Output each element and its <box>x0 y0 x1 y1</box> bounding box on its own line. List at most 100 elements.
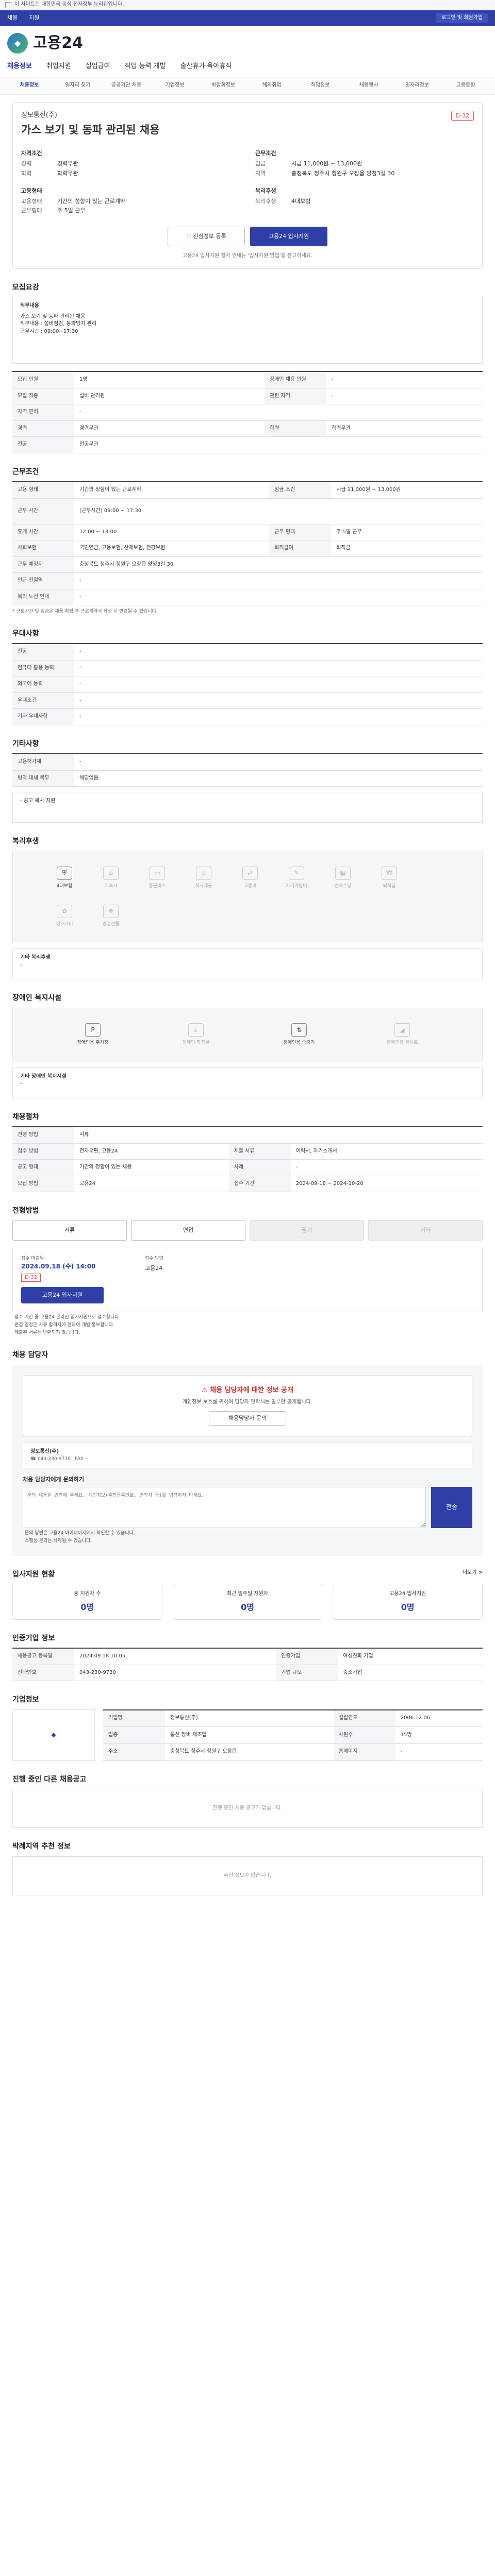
brand-name[interactable]: 고용24 <box>33 32 83 55</box>
bookmark-button[interactable]: ♡ 관심정보 등록 <box>168 227 245 247</box>
deadline-dday: D-32 <box>21 1273 41 1282</box>
nav-item-employment[interactable]: 취업지원 <box>46 62 71 72</box>
login-button[interactable]: 로그인 및 회원가입 <box>436 12 488 24</box>
row-key: 모집 방법 <box>12 1176 74 1193</box>
contact-info: 정보통신(주) ☎ 043-230-9730 FAX - <box>23 1443 472 1468</box>
tab-other[interactable]: 기타 <box>368 1220 483 1241</box>
row-key: 고용허가제 <box>12 754 74 771</box>
nav-item-leave[interactable]: 출산휴가·육아휴직 <box>180 62 232 72</box>
row-key: 임금 조건 <box>269 482 332 499</box>
row-value: 충청북도 청주시 청원구 오창읍 <box>165 1743 334 1761</box>
section-title: 진행 중인 다른 채용공고 <box>12 1775 87 1784</box>
tab-interview[interactable]: 면접 <box>131 1220 245 1241</box>
welfare-item: ⛨ 4대보험 <box>44 861 85 894</box>
list-item: 문의 답변은 고용24 마이페이지에서 확인할 수 있습니다. <box>25 1530 135 1536</box>
study-icon: ✎ <box>289 866 304 880</box>
etc-box: - 공고 복사 지원 <box>12 792 483 823</box>
nav-item-unemployment[interactable]: 실업급여 <box>86 62 110 72</box>
alert-title: 채용 담당자에 대한 정보 공개 <box>210 1386 293 1394</box>
row-key: 고용 형태 <box>12 482 74 499</box>
row-value: - <box>326 371 483 388</box>
calendar-icon: ▦ <box>335 866 351 880</box>
row-key: 설립연도 <box>333 1709 395 1727</box>
row-key: 복리 노선 안내 <box>12 589 74 605</box>
inquiry-heading: 채용 담당자에게 문의하기 <box>23 1476 84 1483</box>
flag-icon <box>5 2 11 8</box>
subnav-item[interactable]: 직업정보 <box>296 82 344 90</box>
row-value: 12:00 ~ 13:00 <box>74 524 270 540</box>
inquiry-notes: 문의 답변은 고용24 마이페이지에서 확인할 수 있습니다. 스팸성 문의는 … <box>25 1530 472 1545</box>
row-value: - <box>326 388 483 405</box>
row-key: 제출 서류 <box>228 1143 291 1160</box>
row-key: 사원수 <box>333 1726 395 1744</box>
row-key: 근무 시간 <box>12 498 74 524</box>
welfare-item: ♨ 식사제공 <box>183 861 224 894</box>
row-value: - <box>74 754 483 771</box>
subnav-item[interactable]: 채용행사 <box>344 82 393 90</box>
list-item: 제출된 서류는 반환되지 않습니다. <box>14 1330 80 1336</box>
facility-item: ♿ 장애인 화장실 <box>175 1019 217 1052</box>
nav-item-jobs[interactable]: 채용정보 <box>7 62 32 72</box>
row-value: - <box>74 404 483 421</box>
warning-icon: ⚠ <box>202 1386 210 1394</box>
cert-table: 채용공고 등록일 2024.09.18 10:05 인증기업 여성친화 기업 전화번호… <box>12 1648 483 1682</box>
box-line: 근무시간 : 09:00~17:30 <box>20 328 78 334</box>
row-key: 외국어 능력 <box>12 676 74 693</box>
stat-value: 0명 <box>80 1602 94 1612</box>
list-item: 접수 기간 중 고용24 온라인 입사지원으로 접수합니다. <box>14 1315 121 1320</box>
tab-document[interactable]: 서류 <box>12 1220 127 1241</box>
nav-item-training[interactable]: 직업 능력 개발 <box>125 62 166 72</box>
row-key: 업종 <box>103 1726 165 1744</box>
section-title: 모집요강 <box>12 283 39 292</box>
subnav-item[interactable]: 박람회정보 <box>199 82 248 90</box>
subnav-item[interactable]: 공공기관 채용 <box>102 82 151 90</box>
row-key: 휴게 시간 <box>12 524 74 540</box>
bus-icon: ▭ <box>150 866 165 880</box>
more-link[interactable]: 더보기 > <box>463 1569 483 1577</box>
apply-button-2[interactable]: 고용24 입사지원 <box>21 1287 104 1304</box>
subnav-item[interactable]: 기업정보 <box>151 82 199 90</box>
welfare-label: 기숙사 <box>104 883 118 889</box>
contact-panel: ⚠ 채용 담당자에 대한 정보 공개 개인정보 보호를 위하여 담당자 연락처는… <box>12 1364 483 1556</box>
main-nav: 채용정보 취업지원 실업급여 직업 능력 개발 출산휴가·육아휴직 <box>0 57 495 77</box>
subnav-item[interactable]: 고용동향 <box>441 82 490 90</box>
contact-button[interactable]: 채용담당자 문의 <box>209 1411 286 1426</box>
top-link-jobs[interactable]: 채용 <box>7 14 18 22</box>
send-button[interactable]: 전송 <box>431 1486 472 1528</box>
row-key: 전형 방법 <box>12 1127 74 1144</box>
kv-key: 임금 <box>255 160 266 167</box>
row-key: 기타 우대사항 <box>12 708 74 725</box>
subnav-item[interactable]: 채용정보 <box>5 82 54 90</box>
row-value: 043-230-9730 <box>74 1665 276 1682</box>
row-value: 충청북도 청주시 청원구 오창읍 양청3길 30 <box>74 556 483 573</box>
kv-key: 근무형태 <box>21 207 42 214</box>
welfare-item: ✎ 자기계발비 <box>276 861 317 894</box>
procedure-table: 전형 방법 서류 접수 방법 전자우편, 고용24 제출 서류 이력서, 자기소개서 공… <box>12 1126 483 1193</box>
welfare-item: ⌂ 기숙사 <box>90 861 131 894</box>
row-value: 2024.09.18 10:05 <box>74 1648 276 1665</box>
subnav-item[interactable]: 일자리 찾기 <box>54 82 102 90</box>
box-heading: 직무내용 <box>20 303 39 309</box>
row-value: 고용24 <box>74 1176 229 1193</box>
welfare-heading: 복리후생 <box>255 187 276 194</box>
subnav-item[interactable]: 해외취업 <box>248 82 296 90</box>
logo-icon[interactable]: ◆ <box>7 32 28 54</box>
method-value: 고용24 <box>145 1265 163 1272</box>
welfare-label: 통근버스 <box>148 883 166 889</box>
tab-written[interactable]: 필기 <box>250 1220 364 1241</box>
facility-label: 장애인용 경사로 <box>386 1040 418 1046</box>
apply-button[interactable]: 고용24 입사지원 <box>250 227 327 247</box>
welfare-label: 퇴직금 <box>383 883 396 889</box>
subnav-item[interactable]: 일자리정보 <box>393 82 441 90</box>
work-condition-table: 고용 형태 기간의 정함이 있는 근로계약 임금 조건 시급 11,000원 ~ 13… <box>12 481 483 605</box>
row-value: 기간의 정함이 있는 채용 <box>74 1159 229 1176</box>
kv-value: 4대보험 <box>291 197 311 205</box>
row-key: 전공 <box>12 643 74 660</box>
disability-icons: P 장애인용 주차장 ♿ 장애인 화장실 ⇅ 장애인용 승강기 ◢ 장애인용 경사로 <box>12 1007 483 1062</box>
row-value: 전자우편, 고용24 <box>74 1143 229 1160</box>
row-key: 모집 인원 <box>12 371 74 388</box>
inquiry-textarea[interactable] <box>23 1486 426 1528</box>
heart-icon: ♡ <box>186 233 193 240</box>
top-link-support[interactable]: 지원 <box>29 14 39 22</box>
row-key: 사회보험 <box>12 540 74 557</box>
